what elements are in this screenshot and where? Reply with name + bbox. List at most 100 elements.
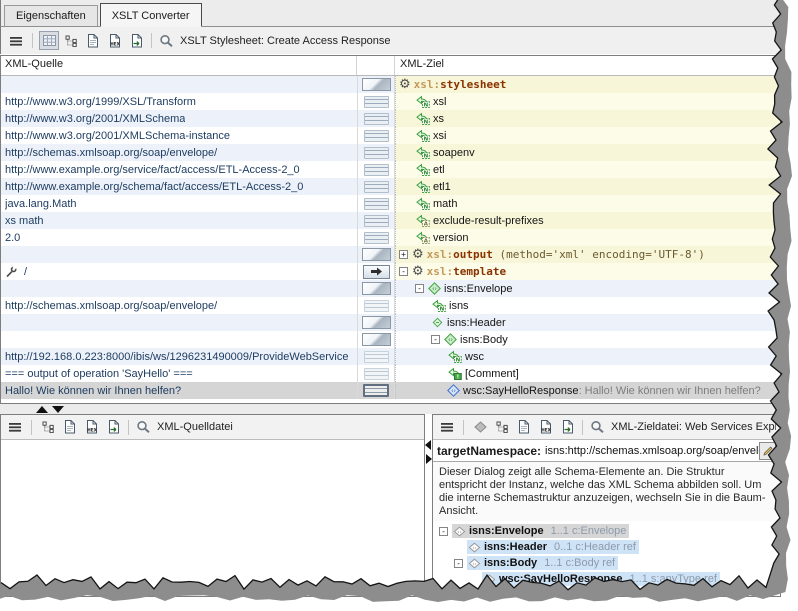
tree-node[interactable]: Nxsi bbox=[395, 127, 780, 144]
source-cell[interactable]: http://www.w3.org/2001/XMLSchema-instanc… bbox=[1, 127, 357, 144]
tree-node[interactable]: Nwsc bbox=[395, 348, 780, 365]
source-cell[interactable]: === output of operation 'SayHello' === bbox=[1, 365, 357, 382]
source-cell[interactable] bbox=[1, 280, 357, 297]
mapping-button[interactable] bbox=[362, 333, 391, 346]
source-cell[interactable]: Hallo! Wie können wir Ihnen helfen? bbox=[1, 382, 357, 399]
mapping-button[interactable] bbox=[364, 300, 389, 312]
source-file-content[interactable] bbox=[1, 440, 424, 596]
toolbar-separator bbox=[582, 420, 583, 435]
column-header-xml-quelle[interactable]: XML-Quelle bbox=[1, 56, 357, 75]
tree-node[interactable]: Netl1 bbox=[395, 178, 780, 195]
hierarchy-icon[interactable] bbox=[61, 31, 81, 50]
mapping-button[interactable] bbox=[364, 130, 389, 142]
table-row: http://schemas.xmlsoap.org/soap/envelope… bbox=[1, 144, 780, 161]
source-cell[interactable] bbox=[1, 314, 357, 331]
source-cell[interactable] bbox=[1, 246, 357, 263]
column-header-xml-ziel[interactable]: XML-Ziel bbox=[395, 56, 780, 75]
document-export-icon[interactable] bbox=[104, 418, 124, 437]
source-cell[interactable]: xs math bbox=[1, 212, 357, 229]
mapping-button[interactable] bbox=[364, 198, 389, 210]
grid-icon[interactable] bbox=[39, 31, 59, 50]
tree-node[interactable]: Nsoapenv bbox=[395, 144, 780, 161]
tree-node[interactable]: ⚙xsl:stylesheet bbox=[395, 76, 780, 93]
tree-node[interactable]: +⚙xsl:output (method='xml' encoding='UTF… bbox=[395, 246, 780, 263]
source-cell[interactable]: / bbox=[1, 263, 357, 280]
schema-tree-row[interactable]: -‹›isns:Body1..1 c:Body ref bbox=[433, 555, 780, 571]
tree-node[interactable]: Nxsl bbox=[395, 93, 780, 110]
mapping-arrow-button[interactable] bbox=[363, 265, 390, 279]
tree-node[interactable]: isns:Header bbox=[395, 314, 780, 331]
hex-document-icon[interactable]: HEX bbox=[536, 418, 556, 437]
tree-node[interactable]: Nisns bbox=[395, 297, 780, 314]
mapping-button[interactable] bbox=[364, 232, 389, 244]
tree-node[interactable]: ‹›wsc:SayHelloResponse : Hallo! Wie könn… bbox=[395, 382, 780, 399]
document-export-icon[interactable] bbox=[127, 31, 147, 50]
schema-tree-row[interactable]: ‹›wsc:SayHelloResponse1..1 s:anyType ref bbox=[433, 571, 780, 587]
mapping-button[interactable] bbox=[364, 181, 389, 193]
mapping-button[interactable] bbox=[362, 248, 391, 261]
menu-icon[interactable] bbox=[437, 418, 457, 437]
mapping-button[interactable] bbox=[364, 96, 389, 108]
document-icon[interactable] bbox=[514, 418, 534, 437]
schema-description: Dieser Dialog zeigt alle Schema-Elemente… bbox=[433, 462, 780, 521]
collapse-icon[interactable]: - bbox=[415, 284, 424, 293]
collapse-down-icon[interactable] bbox=[52, 406, 64, 413]
horizontal-splitter[interactable] bbox=[0, 404, 781, 414]
source-cell[interactable] bbox=[1, 76, 357, 93]
mapping-button[interactable] bbox=[364, 215, 389, 227]
tree-node[interactable]: Nmath bbox=[395, 195, 780, 212]
source-cell[interactable]: http://www.w3.org/1999/XSL/Transform bbox=[1, 93, 357, 110]
mapping-button[interactable] bbox=[364, 351, 389, 363]
edit-namespace-button[interactable] bbox=[759, 442, 776, 460]
source-cell[interactable]: http://192.168.0.223:8000/ibis/ws/129623… bbox=[1, 348, 357, 365]
schema-tree-row[interactable]: -‹›isns:Envelope1..1 c:Envelope bbox=[433, 523, 780, 539]
collapse-icon[interactable]: - bbox=[454, 559, 463, 568]
collapse-icon[interactable]: - bbox=[439, 527, 448, 536]
tab-xslt-converter[interactable]: XSLT Converter bbox=[100, 3, 202, 27]
tree-node[interactable]: ![Comment] bbox=[395, 365, 780, 382]
source-cell[interactable]: 2.0 bbox=[1, 229, 357, 246]
mapping-button[interactable] bbox=[364, 113, 389, 125]
document-icon[interactable] bbox=[83, 31, 103, 50]
element-gray-icon[interactable] bbox=[470, 418, 490, 437]
document-export-icon[interactable] bbox=[558, 418, 578, 437]
mapping-button[interactable] bbox=[364, 147, 389, 159]
hierarchy-icon[interactable] bbox=[38, 418, 58, 437]
source-cell[interactable]: java.lang.Math bbox=[1, 195, 357, 212]
menu-icon[interactable] bbox=[5, 418, 25, 437]
schema-tree-row[interactable]: ‹›isns:Header1..1 c:Header bbox=[433, 587, 780, 596]
mapping-button[interactable] bbox=[362, 78, 391, 91]
hierarchy-icon[interactable] bbox=[492, 418, 512, 437]
source-cell[interactable]: http://www.example.org/service/fact/acce… bbox=[1, 161, 357, 178]
schema-tree-row[interactable]: ‹›isns:Header0..1 c:Header ref bbox=[433, 539, 780, 555]
tree-node[interactable]: -‹›isns:Body bbox=[395, 331, 780, 348]
mapping-cell bbox=[357, 314, 395, 331]
mapping-button[interactable] bbox=[362, 316, 391, 329]
source-cell[interactable]: http://www.example.org/schema/fact/acces… bbox=[1, 178, 357, 195]
source-cell[interactable]: http://schemas.xmlsoap.org/soap/envelope… bbox=[1, 297, 357, 314]
collapse-up-icon[interactable] bbox=[36, 406, 48, 413]
document-icon[interactable] bbox=[60, 418, 80, 437]
source-cell[interactable]: http://schemas.xmlsoap.org/soap/envelope… bbox=[1, 144, 357, 161]
mapping-button[interactable] bbox=[362, 282, 391, 295]
collapse-icon[interactable]: - bbox=[399, 267, 408, 276]
collapse-left-icon[interactable] bbox=[425, 440, 431, 450]
tree-node[interactable]: Aexclude-result-prefixes bbox=[395, 212, 780, 229]
collapse-icon[interactable]: - bbox=[431, 335, 440, 344]
tree-node[interactable]: Aversion bbox=[395, 229, 780, 246]
mapping-button[interactable] bbox=[363, 384, 389, 397]
source-cell[interactable] bbox=[1, 331, 357, 348]
tree-node[interactable]: -⚙xsl:template bbox=[395, 263, 780, 280]
tree-node[interactable]: Nxs bbox=[395, 110, 780, 127]
expand-icon[interactable]: + bbox=[399, 250, 408, 259]
mapping-button[interactable] bbox=[364, 368, 389, 380]
mapping-button[interactable] bbox=[364, 164, 389, 176]
column-header-mapping bbox=[357, 56, 395, 75]
menu-icon[interactable] bbox=[6, 31, 26, 50]
hex-document-icon[interactable]: HEX bbox=[105, 31, 125, 50]
tree-node[interactable]: Netl bbox=[395, 161, 780, 178]
tree-node[interactable]: -‹›isns:Envelope bbox=[395, 280, 780, 297]
tab-eigenschaften[interactable]: Eigenschaften bbox=[4, 5, 98, 26]
hex-document-icon[interactable]: HEX bbox=[82, 418, 102, 437]
source-cell[interactable]: http://www.w3.org/2001/XMLSchema bbox=[1, 110, 357, 127]
